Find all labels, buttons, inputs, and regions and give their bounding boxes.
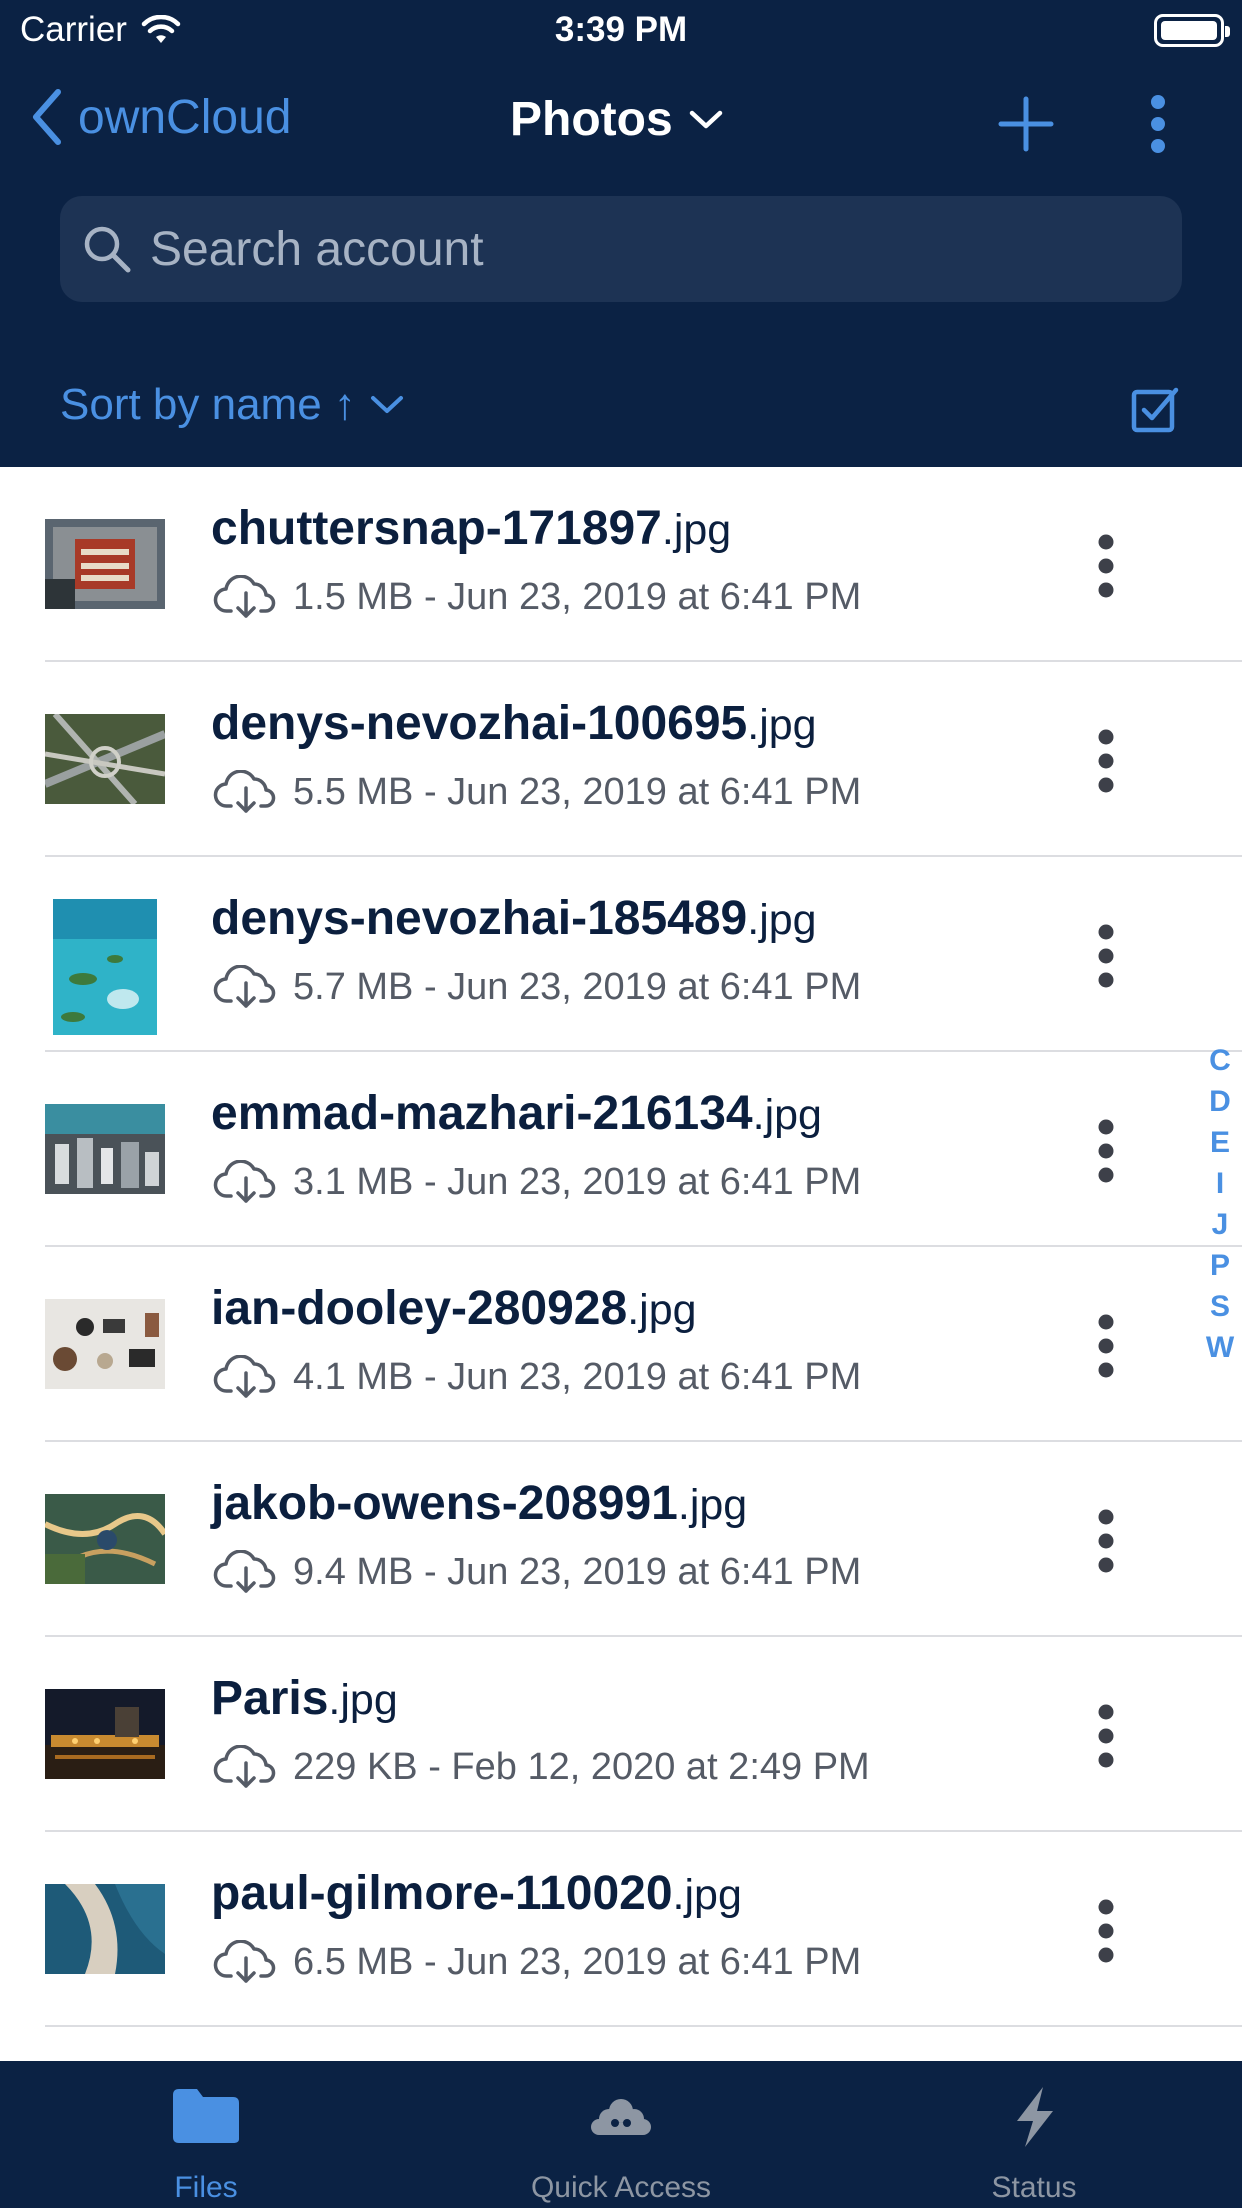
index-letter[interactable]: C	[1209, 1040, 1231, 1081]
file-meta: 229 KB - Feb 12, 2020 at 2:49 PM	[213, 1745, 870, 1789]
file-more-button[interactable]	[1086, 1313, 1126, 1379]
wifi-icon	[141, 15, 181, 43]
tab-status[interactable]: Status	[884, 2061, 1184, 2208]
chevron-down-icon	[370, 396, 403, 413]
file-thumbnail	[45, 1689, 165, 1779]
file-thumbnail	[53, 899, 157, 1035]
file-list: chuttersnap-171897.jpg 1.5 MB - Jun 23, …	[0, 467, 1242, 2027]
search-bar[interactable]	[60, 196, 1182, 302]
folder-icon	[173, 2089, 239, 2143]
carrier-label: Carrier	[20, 10, 127, 49]
search-input[interactable]	[150, 221, 1130, 277]
file-name: Paris.jpg	[211, 1672, 398, 1725]
cloud-download-icon	[213, 1745, 276, 1788]
divider	[45, 2025, 1242, 2027]
chevron-left-icon	[33, 89, 61, 145]
index-letter[interactable]: S	[1210, 1286, 1230, 1327]
file-name: denys-nevozhai-100695.jpg	[211, 697, 817, 750]
clock: 3:39 PM	[554, 10, 688, 49]
file-more-button[interactable]	[1086, 1703, 1126, 1769]
file-name: ian-dooley-280928.jpg	[211, 1282, 697, 1335]
file-thumbnail	[45, 1884, 165, 1974]
file-more-button[interactable]	[1086, 1508, 1126, 1574]
index-letter[interactable]: J	[1212, 1204, 1229, 1245]
file-more-button[interactable]	[1086, 1118, 1126, 1184]
file-thumbnail	[45, 1299, 165, 1389]
file-meta: 1.5 MB - Jun 23, 2019 at 6:41 PM	[213, 575, 861, 619]
tab-quick-access[interactable]: Quick Access	[471, 2061, 771, 2208]
file-row[interactable]: Paris.jpg 229 KB - Feb 12, 2020 at 2:49 …	[0, 1637, 1242, 1832]
cloud-group-icon	[591, 2099, 651, 2135]
tab-bar: Files Quick Access Status	[0, 2061, 1242, 2208]
header: Carrier 3:39 PM ownCloud Photos Search a…	[0, 0, 1242, 467]
page-title: Photos	[510, 93, 673, 146]
file-thumbnail	[45, 519, 165, 609]
index-letter[interactable]: W	[1206, 1327, 1234, 1368]
file-more-button[interactable]	[1086, 923, 1126, 989]
index-letter[interactable]: P	[1210, 1245, 1230, 1286]
index-letter[interactable]: D	[1209, 1081, 1231, 1122]
battery-icon	[1154, 14, 1230, 47]
file-more-button[interactable]	[1086, 533, 1126, 599]
file-thumbnail	[45, 1104, 165, 1194]
more-options-button[interactable]	[1140, 94, 1176, 154]
file-meta: 9.4 MB - Jun 23, 2019 at 6:41 PM	[213, 1550, 861, 1594]
carrier-info: Carrier	[20, 10, 181, 50]
tab-label: Status	[991, 2171, 1077, 2204]
file-meta: 5.7 MB - Jun 23, 2019 at 6:41 PM	[213, 965, 861, 1009]
section-index[interactable]: C D E I J P S W	[1200, 1040, 1240, 1368]
cloud-download-icon	[213, 1355, 276, 1398]
file-meta: 5.5 MB - Jun 23, 2019 at 6:41 PM	[213, 770, 861, 814]
file-thumbnail	[45, 714, 165, 804]
index-letter[interactable]: I	[1216, 1163, 1224, 1204]
index-letter[interactable]: E	[1210, 1122, 1230, 1163]
file-name: chuttersnap-171897.jpg	[211, 502, 732, 555]
file-row[interactable]: denys-nevozhai-185489.jpg 5.7 MB - Jun 2…	[0, 857, 1242, 1052]
file-name: emmad-mazhari-216134.jpg	[211, 1087, 822, 1140]
file-more-button[interactable]	[1086, 728, 1126, 794]
tab-files[interactable]: Files	[56, 2061, 356, 2208]
tab-label: Quick Access	[530, 2171, 712, 2204]
file-meta: 3.1 MB - Jun 23, 2019 at 6:41 PM	[213, 1160, 861, 1204]
file-row[interactable]: denys-nevozhai-100695.jpg 5.5 MB - Jun 2…	[0, 662, 1242, 857]
file-thumbnail	[45, 1494, 165, 1584]
file-row[interactable]: paul-gilmore-110020.jpg 6.5 MB - Jun 23,…	[0, 1832, 1242, 2027]
sort-label: Sort by name ↑	[60, 380, 356, 429]
cloud-download-icon	[213, 1940, 276, 1983]
bolt-icon	[1017, 2087, 1053, 2147]
cloud-download-icon	[213, 965, 276, 1008]
file-meta: 4.1 MB - Jun 23, 2019 at 6:41 PM	[213, 1355, 861, 1399]
file-name: jakob-owens-208991.jpg	[211, 1477, 748, 1530]
cloud-download-icon	[213, 770, 276, 813]
search-icon	[84, 226, 131, 273]
cloud-download-icon	[213, 1550, 276, 1593]
file-name: denys-nevozhai-185489.jpg	[211, 892, 817, 945]
cloud-download-icon	[213, 1160, 276, 1203]
file-row[interactable]: jakob-owens-208991.jpg 9.4 MB - Jun 23, …	[0, 1442, 1242, 1637]
back-label: ownCloud	[78, 90, 292, 144]
file-meta: 6.5 MB - Jun 23, 2019 at 6:41 PM	[213, 1940, 861, 1984]
file-more-button[interactable]	[1086, 1898, 1126, 1964]
back-button[interactable]: ownCloud	[30, 88, 291, 146]
select-mode-checkbox-icon[interactable]	[1130, 384, 1182, 436]
cloud-download-icon	[213, 575, 276, 618]
sort-dropdown[interactable]: Sort by name ↑	[60, 380, 404, 430]
file-name: paul-gilmore-110020.jpg	[211, 1867, 742, 1920]
add-button[interactable]	[998, 96, 1054, 152]
navigation-bar: ownCloud Photos	[0, 80, 1242, 170]
file-row[interactable]: emmad-mazhari-216134.jpg 3.1 MB - Jun 23…	[0, 1052, 1242, 1247]
file-row[interactable]: chuttersnap-171897.jpg 1.5 MB - Jun 23, …	[0, 467, 1242, 662]
tab-label: Files	[174, 2171, 238, 2204]
folder-title-dropdown[interactable]: Photos	[510, 92, 723, 147]
chevron-down-icon	[689, 110, 722, 128]
file-row[interactable]: ian-dooley-280928.jpg 4.1 MB - Jun 23, 2…	[0, 1247, 1242, 1442]
status-bar: Carrier 3:39 PM	[0, 0, 1242, 62]
